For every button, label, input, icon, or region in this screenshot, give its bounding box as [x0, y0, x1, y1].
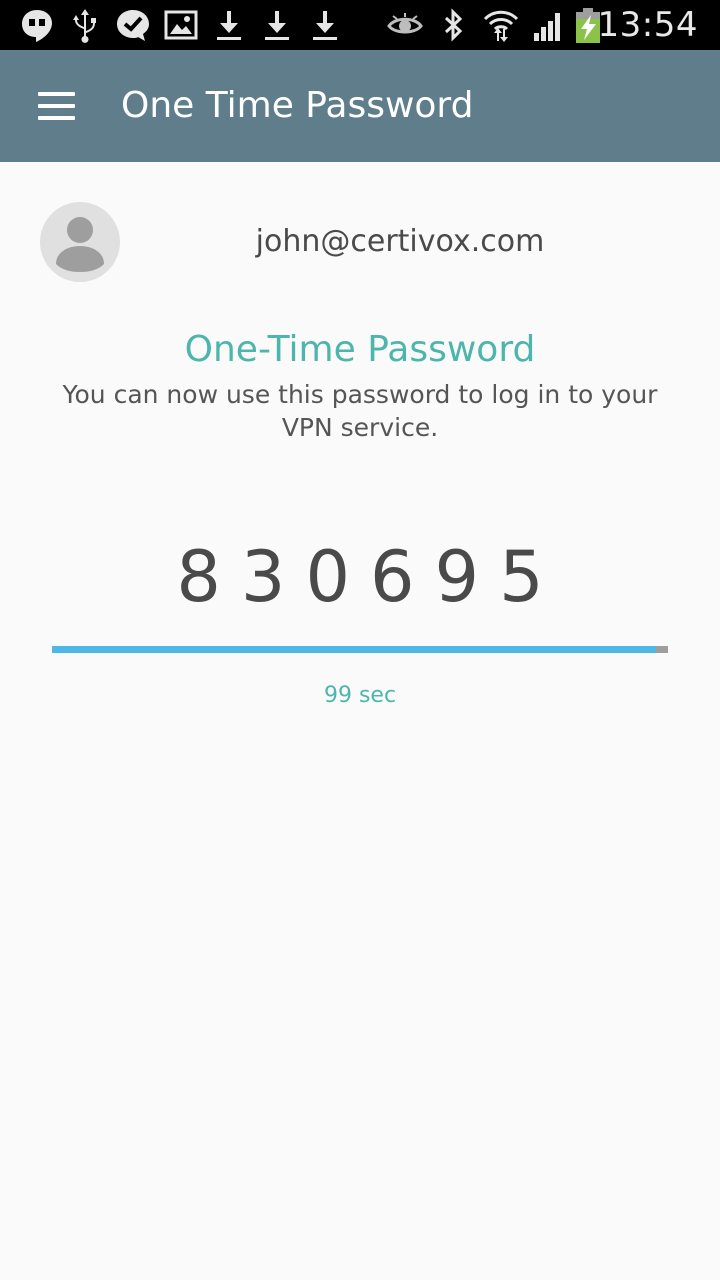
- status-time: 13:54: [597, 5, 698, 45]
- hangouts-icon: [19, 7, 55, 43]
- otp-timer-progress: [52, 646, 668, 653]
- hamburger-menu-icon[interactable]: [26, 82, 86, 130]
- otp-countdown: 99 sec: [323, 683, 397, 708]
- account-email: john@certivox.com: [255, 224, 545, 259]
- usb-icon: [67, 7, 103, 43]
- otp-description: You can now use this password to log in …: [62, 380, 658, 442]
- wifi-icon: [483, 7, 519, 43]
- download-icon: [307, 7, 343, 43]
- bluetooth-icon: [435, 7, 471, 43]
- otp-timer-progress-fill: [52, 646, 656, 653]
- app-bar: One Time Password: [0, 50, 720, 162]
- otp-code: 830695: [176, 536, 564, 618]
- otp-heading: One-Time Password: [184, 329, 536, 370]
- signal-icon: [531, 7, 567, 43]
- eye-icon: [387, 7, 423, 43]
- image-icon: [163, 7, 199, 43]
- download-icon: [259, 7, 295, 43]
- app-title: One Time Password: [121, 85, 474, 126]
- person-avatar-icon: [40, 202, 120, 282]
- download-icon: [211, 7, 247, 43]
- check-bubble-icon: [115, 7, 151, 43]
- status-bar: 13:54: [0, 0, 720, 50]
